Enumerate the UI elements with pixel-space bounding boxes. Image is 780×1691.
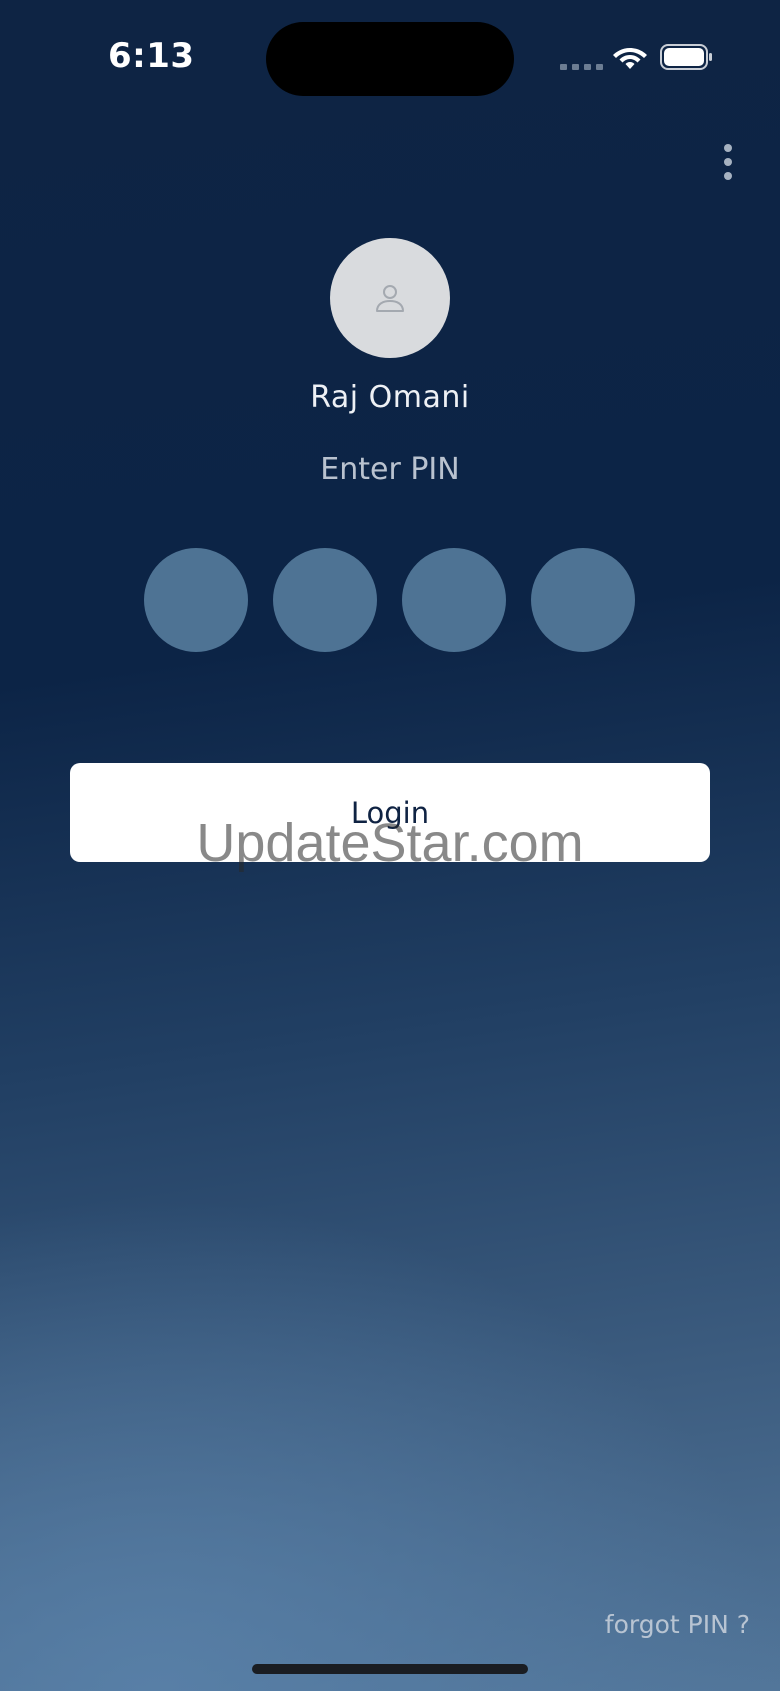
home-indicator [252,1664,528,1674]
dynamic-island [266,22,514,96]
status-time: 6:13 [108,36,195,76]
wifi-icon [613,48,647,69]
person-icon [376,285,404,312]
login-screen: 6:13 Raj Omani Enter PIN Login UpdateSta… [0,0,780,1691]
user-name: Raj Omani [310,380,470,415]
enter-pin-label: Enter PIN [320,452,460,487]
forgot-pin-link[interactable]: forgot PIN ? [560,1610,750,1639]
pin-digit-1[interactable] [144,548,248,652]
pin-digit-4[interactable] [531,548,635,652]
cellular-signal-icon [560,64,603,70]
pin-input[interactable] [144,548,635,652]
battery-icon [660,44,712,70]
avatar [330,238,450,358]
pin-digit-2[interactable] [273,548,377,652]
pin-digit-3[interactable] [402,548,506,652]
more-vertical-icon[interactable] [712,140,744,184]
login-button[interactable]: Login [70,763,710,862]
